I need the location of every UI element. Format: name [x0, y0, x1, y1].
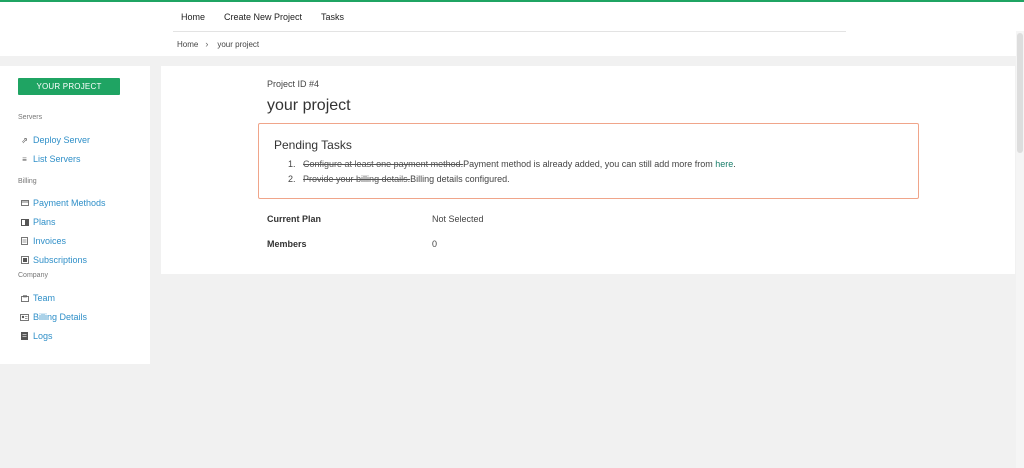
sidebar-item-logs[interactable]: Logs: [20, 331, 53, 341]
sidebar-item-subscriptions[interactable]: Subscriptions: [20, 255, 87, 265]
sidebar-item-label: Billing Details: [33, 312, 88, 322]
sidebar-item-label: Subscriptions: [33, 255, 88, 265]
scrollbar[interactable]: [1016, 31, 1024, 468]
plans-icon: [20, 218, 29, 227]
breadcrumb-current: your project: [217, 39, 260, 49]
sidebar-item-plans[interactable]: Plans: [20, 217, 56, 227]
breadcrumb-home[interactable]: Home: [177, 40, 198, 49]
sidebar-item-list-servers[interactable]: ≡ List Servers: [20, 154, 81, 164]
your-project-button[interactable]: YOUR PROJECT: [18, 78, 120, 95]
task-status-text: Payment method is already added, you can…: [463, 159, 716, 169]
sidebar-item-label: Logs: [33, 331, 53, 341]
sidebar-item-deploy-server[interactable]: ⇗ Deploy Server: [20, 135, 90, 145]
nav-create-new-project[interactable]: Create New Project: [224, 12, 302, 22]
sidebar-item-label: Deploy Server: [33, 135, 91, 145]
main-panel: Project ID #4 your project Pending Tasks…: [161, 66, 1015, 274]
current-plan-label: Current Plan: [267, 214, 322, 224]
breadcrumb: Home › your project: [177, 39, 259, 49]
section-label-servers: Servers: [18, 114, 43, 121]
task-number: 2.: [288, 174, 296, 184]
nav-tasks[interactable]: Tasks: [321, 12, 344, 22]
task-status-text: Billing details configured.: [410, 174, 510, 184]
members-label: Members: [267, 239, 307, 249]
sidebar: YOUR PROJECT Servers ⇗ Deploy Server ≡ L…: [0, 66, 150, 364]
sidebar-item-label: Invoices: [33, 236, 67, 246]
sidebar-item-label: Plans: [33, 217, 56, 227]
project-id: Project ID #4: [267, 79, 320, 89]
deploy-icon: ⇗: [21, 135, 28, 145]
task-end-punct: .: [733, 159, 736, 169]
id-card-icon: [20, 313, 29, 322]
team-icon: [20, 294, 29, 303]
sidebar-item-payment-methods[interactable]: Payment Methods: [20, 198, 106, 208]
pending-tasks-heading: Pending Tasks: [274, 138, 352, 152]
sidebar-item-team[interactable]: Team: [20, 293, 55, 303]
sidebar-item-label: Payment Methods: [33, 198, 106, 208]
current-plan-value: Not Selected: [432, 214, 484, 224]
pending-tasks-box: Pending Tasks 1. Configure at least one …: [258, 123, 919, 199]
sidebar-item-label: List Servers: [33, 154, 81, 164]
credit-card-icon: [20, 199, 29, 208]
page-title: your project: [267, 97, 351, 114]
sidebar-item-label: Team: [33, 293, 56, 303]
sidebar-item-billing-details[interactable]: Billing Details: [20, 312, 87, 322]
task-item: 2. Provide your billing details.Billing …: [288, 174, 510, 184]
breadcrumb-chevron-icon: ›: [205, 39, 209, 49]
section-label-billing: Billing: [18, 178, 37, 185]
section-label-company: Company: [18, 272, 48, 279]
members-value: 0: [432, 239, 438, 249]
task-number: 1.: [288, 159, 296, 169]
task-done-text: Provide your billing details.: [303, 174, 411, 184]
logs-icon: [20, 332, 29, 341]
list-icon: ≡: [22, 154, 27, 164]
task-item: 1. Configure at least one payment method…: [288, 159, 736, 169]
top-nav: Home Create New Project Tasks: [173, 2, 846, 32]
subscriptions-icon: [20, 256, 29, 265]
add-payment-here-link[interactable]: here: [715, 159, 733, 169]
scrollbar-thumb[interactable]: [1017, 33, 1023, 153]
header: Home Create New Project Tasks Home › you…: [0, 2, 1024, 56]
task-done-text: Configure at least one payment method.: [303, 159, 464, 169]
nav-home[interactable]: Home: [181, 12, 205, 22]
sidebar-item-invoices[interactable]: Invoices: [20, 236, 66, 246]
invoice-icon: [20, 237, 29, 246]
